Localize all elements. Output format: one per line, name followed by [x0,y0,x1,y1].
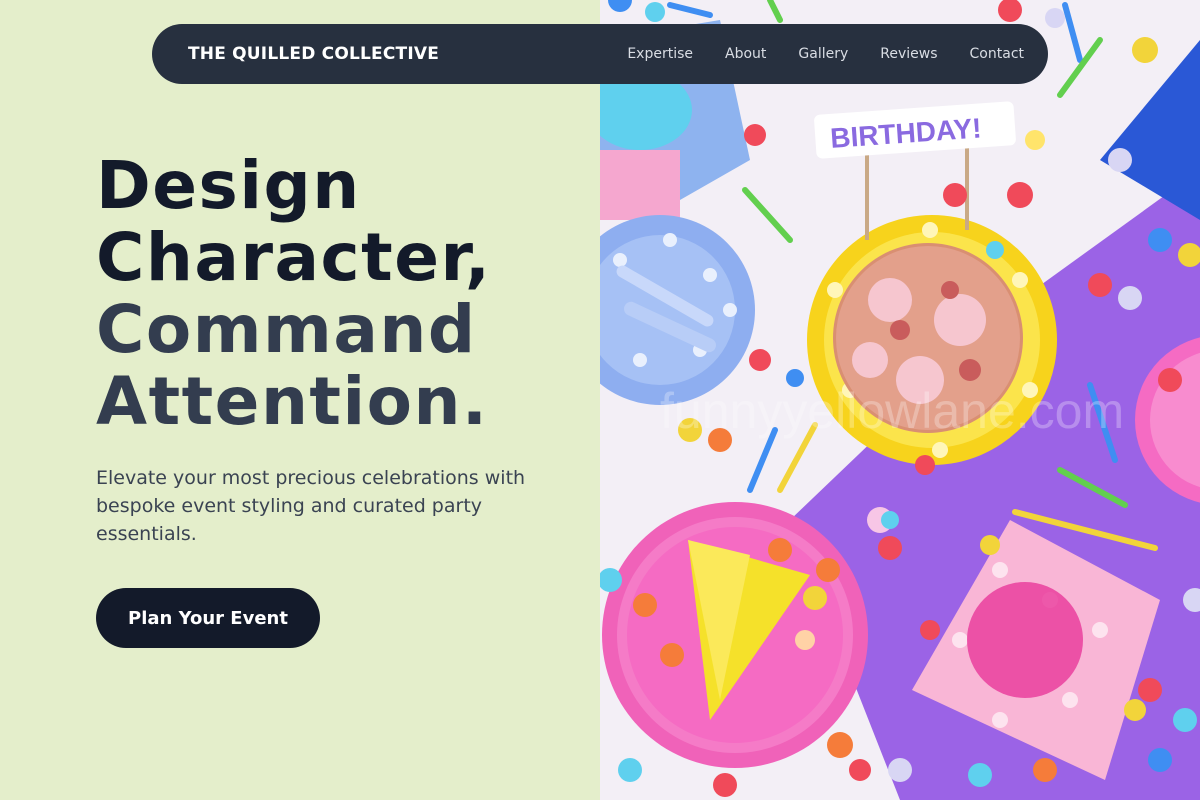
hero-headline: Design Character, Command Attention. [96,150,586,438]
nav-link-contact[interactable]: Contact [954,46,1024,62]
nav-link-about[interactable]: About [709,46,782,62]
nav-links: Expertise About Gallery Reviews Contact [611,46,1024,62]
brand-logo-text[interactable]: THE QUILLED COLLECTIVE [188,44,439,64]
party-hero-image: BIRTHDAY! funnyyellowlane.com [600,0,1200,800]
top-navbar: THE QUILLED COLLECTIVE Expertise About G… [152,24,1048,84]
headline-line-4: Attention. [96,363,489,440]
nav-link-reviews[interactable]: Reviews [864,46,953,62]
hero-subtext: Elevate your most precious celebrations … [96,467,526,545]
headline-line-3: Command [96,291,477,368]
plan-event-button[interactable]: Plan Your Event [96,588,320,648]
nav-link-expertise[interactable]: Expertise [611,46,709,62]
headline-line-1: Design [96,147,361,224]
image-watermark: funnyyellowlane.com [660,383,1124,439]
nav-link-gallery[interactable]: Gallery [782,46,864,62]
headline-line-2: Character, [96,219,492,296]
